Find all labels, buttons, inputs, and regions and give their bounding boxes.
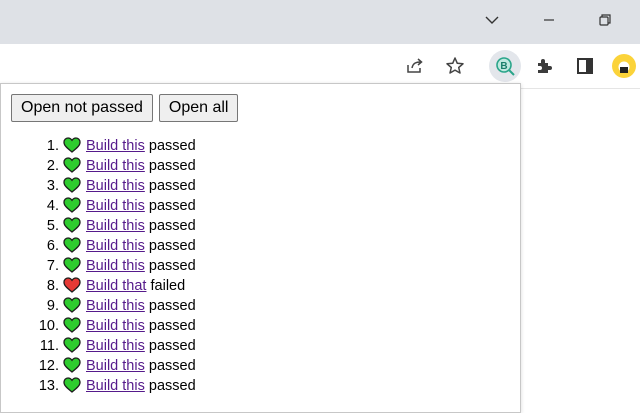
- svg-text:B: B: [500, 61, 507, 72]
- item-number: 13.: [38, 378, 59, 394]
- item-number: 9.: [46, 298, 59, 314]
- list-item: 2. Build this passed: [47, 156, 196, 176]
- build-status: passed: [148, 158, 196, 174]
- build-link[interactable]: Build this: [86, 258, 145, 274]
- build-link[interactable]: Build this: [86, 198, 145, 214]
- list-item: 10. Build this passed: [39, 316, 196, 336]
- build-status: passed: [148, 218, 196, 234]
- green-heart-icon: [63, 237, 81, 253]
- button-row: Open not passed Open all: [11, 94, 239, 122]
- build-status: passed: [148, 318, 196, 334]
- green-heart-icon: [63, 197, 81, 213]
- item-number: 11.: [39, 338, 59, 354]
- build-status: failed: [150, 278, 186, 294]
- list-item: 5. Build this passed: [47, 216, 196, 236]
- item-number: 4.: [46, 198, 59, 214]
- green-heart-icon: [63, 217, 81, 233]
- list-item: 1. Build this passed: [47, 136, 196, 156]
- list-item: 8. Build that failed: [47, 276, 196, 296]
- build-link[interactable]: Build this: [86, 358, 145, 374]
- build-status: passed: [148, 138, 196, 154]
- build-link[interactable]: Build this: [86, 138, 145, 154]
- green-heart-icon: [63, 337, 81, 353]
- build-results-list: 1. Build this passed 2. Build this passed 3.…: [1, 136, 196, 396]
- green-heart-icon: [63, 377, 81, 393]
- build-link[interactable]: Build this: [86, 378, 145, 394]
- build-link[interactable]: Build this: [86, 178, 145, 194]
- restore-icon[interactable]: [591, 6, 619, 34]
- green-heart-icon: [63, 317, 81, 333]
- item-number: 5.: [46, 218, 59, 234]
- build-status: passed: [148, 358, 196, 374]
- green-heart-icon: [63, 297, 81, 313]
- build-status: passed: [148, 298, 196, 314]
- profile-icon[interactable]: [610, 52, 638, 80]
- puzzle-icon[interactable]: [530, 52, 558, 80]
- build-status: passed: [148, 338, 196, 354]
- extension-popup: Open not passed Open all 1. Build this pa…: [0, 83, 521, 413]
- list-item: 11. Build this passed: [40, 336, 196, 356]
- build-status: passed: [148, 258, 196, 274]
- item-number: 7.: [46, 258, 59, 274]
- green-heart-icon: [63, 157, 81, 173]
- share-icon[interactable]: [401, 52, 429, 80]
- build-link[interactable]: Build this: [86, 338, 145, 354]
- item-number: 3.: [46, 178, 59, 194]
- green-heart-icon: [63, 137, 81, 153]
- green-heart-icon: [63, 177, 81, 193]
- item-number: 10.: [38, 318, 59, 334]
- list-item: 3. Build this passed: [47, 176, 196, 196]
- star-icon[interactable]: [441, 52, 469, 80]
- build-link[interactable]: Build this: [86, 238, 145, 254]
- list-item: 6. Build this passed: [47, 236, 196, 256]
- red-heart-icon: [63, 277, 81, 293]
- item-number: 12.: [38, 358, 59, 374]
- list-item: 7. Build this passed: [47, 256, 196, 276]
- green-heart-icon: [63, 357, 81, 373]
- side-panel-icon[interactable]: [571, 52, 599, 80]
- title-bar: [0, 0, 640, 44]
- list-item: 13. Build this passed: [39, 376, 196, 396]
- green-heart-icon: [63, 257, 81, 273]
- item-number: 6.: [46, 238, 59, 254]
- item-number: 1.: [46, 138, 59, 154]
- open-not-passed-button[interactable]: Open not passed: [11, 94, 153, 122]
- list-item: 12. Build this passed: [39, 356, 196, 376]
- build-status: passed: [148, 178, 196, 194]
- extension-b-icon[interactable]: B: [489, 50, 521, 82]
- build-link[interactable]: Build this: [86, 318, 145, 334]
- list-item: 9. Build this passed: [47, 296, 196, 316]
- item-number: 8.: [46, 278, 59, 294]
- build-status: passed: [148, 378, 196, 394]
- chevron-down-icon[interactable]: [478, 6, 506, 34]
- build-status: passed: [148, 238, 196, 254]
- build-link[interactable]: Build this: [86, 158, 145, 174]
- list-item: 4. Build this passed: [47, 196, 196, 216]
- minimize-icon[interactable]: [535, 6, 563, 34]
- item-number: 2.: [46, 158, 59, 174]
- build-status: passed: [148, 198, 196, 214]
- open-all-button[interactable]: Open all: [158, 94, 239, 122]
- build-link[interactable]: Build that: [86, 278, 146, 294]
- build-link[interactable]: Build this: [86, 298, 145, 314]
- build-link[interactable]: Build this: [86, 218, 145, 234]
